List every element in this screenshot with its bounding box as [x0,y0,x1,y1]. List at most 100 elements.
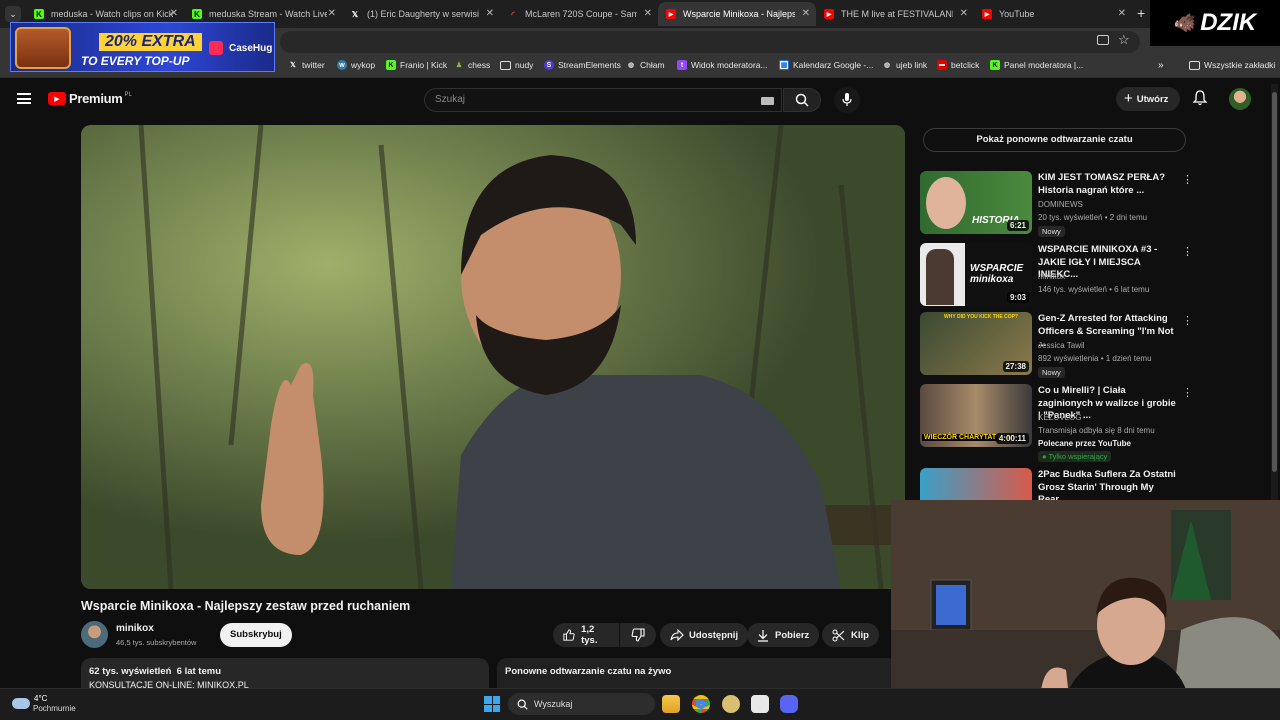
like-button[interactable]: 1,2 tys. [553,623,619,647]
video-thumbnail: WIECZÓR CHARYTATYWNY 4:00:11 [920,384,1032,447]
bookmark-ujeb-link[interactable]: ◍ ujeb link [882,60,927,70]
wykop-icon: w [337,60,347,70]
share-button[interactable]: Udostępnij [660,623,749,647]
bookmark-widok-moderatora[interactable]: t Widok moderatora... [677,60,768,70]
more-options-icon[interactable]: ⋮ [1182,245,1193,258]
webcam-frame [891,500,1280,720]
youtube-icon: ▶ [824,9,834,19]
tab-youtube[interactable]: ▶ YouTube ✕ [974,2,1132,26]
video-views-date: 62 tys. wyświetleń 6 lat temu [89,666,221,677]
x-icon: 𝕏 [351,9,359,19]
recommendation-item[interactable]: WSPARCIE minikoxa 9:03 WSPARCIE MINIKOXA… [920,243,1193,307]
notifications-bell-icon[interactable] [1192,90,1208,106]
recommendation-item[interactable]: WHY DID YOU KICK THE COP? 27:38 Gen-Z Ar… [920,312,1193,378]
video-duration: 6:21 [1006,220,1029,231]
file-explorer-icon[interactable] [662,695,680,713]
recommendation-title: KIM JEST TOMASZ PERŁA? Historia nagrań k… [1038,172,1166,196]
weather-temp: 4°C [34,694,48,703]
voice-search-button[interactable] [834,87,860,113]
bookmark-star-icon[interactable]: ☆ [1118,32,1130,48]
bookmarks-overflow-chevron-icon[interactable]: » [1158,60,1164,71]
bookmark-nudy[interactable]: nudy [500,60,533,70]
bookmark-panel-moderatora[interactable]: K Panel moderatora |... [990,60,1083,70]
close-icon[interactable]: ✕ [1118,8,1126,19]
more-options-icon[interactable]: ⋮ [1182,314,1193,327]
bookmark-twitter[interactable]: 𝕏twitter [288,60,325,70]
scrollbar-thumb[interactable] [1272,92,1277,472]
search-input[interactable]: Szukaj [424,88,782,112]
bookmark-kalendarz-google[interactable]: ▦ Kalendarz Google -... [779,60,873,70]
scissors-icon [832,629,845,641]
folder-icon [1189,60,1200,70]
channel-avatar[interactable] [81,621,108,648]
video-title: Wsparcie Minikoxa - Najlepszy zestaw prz… [81,599,411,613]
search-button[interactable] [783,88,821,112]
thumbs-down-icon [631,628,645,642]
close-icon[interactable]: ✕ [960,8,968,19]
clip-button[interactable]: Klip [822,623,879,647]
download-button[interactable]: Pobierz [747,623,820,647]
avatar[interactable] [1229,88,1251,110]
bookmark-franio-kick[interactable]: K Franio | Kick [386,60,447,70]
taskbar-search[interactable]: Wyszukaj [508,693,655,715]
recommendation-channel: minikox [1038,272,1066,281]
plus-icon: + [1124,90,1133,107]
tab-wsparcie-minikoxa[interactable]: ▶ Wsparcie Minikoxa - Najlepszy ✕ [658,2,816,26]
all-bookmarks[interactable]: Wszystkie zakładki [1189,60,1275,70]
new-tab-button[interactable]: + [1137,5,1145,21]
recommended-by-youtube: Polecane przez YouTube [1038,439,1131,448]
recommendation-channel: Jessica Tawil [1038,341,1085,350]
recommendation-item[interactable]: WIECZÓR CHARYTATYWNY 4:00:11 Co u Mirell… [920,384,1193,464]
recommendation-meta: 146 tys. wyświetleń • 6 lat temu [1038,285,1150,294]
casehug-ad-banner: 20% EXTRA TO EVERY TOP-UP CaseHug [10,22,275,72]
calendar-icon: ▦ [779,60,789,70]
bookmark-chess[interactable]: ♟ chess [454,60,490,70]
media-app-icon[interactable] [751,695,769,713]
start-button-windows-icon[interactable] [484,696,500,712]
close-icon[interactable]: ✕ [328,8,336,19]
betclick-icon: ▬ [937,60,947,70]
address-bar[interactable] [280,31,1140,53]
streamelements-icon: S [544,60,554,70]
video-player[interactable] [81,125,905,589]
hamburger-menu-icon[interactable] [17,93,31,104]
video-duration: 4:00:11 [995,433,1029,444]
bookmark-betclick[interactable]: ▬ betclick [937,60,979,70]
create-button[interactable]: + Utwórz [1116,87,1180,111]
live-chat-replay-label: Ponowne odtwarzanie czatu na żywo [505,666,672,677]
close-icon[interactable]: ✕ [486,8,494,19]
bookmark-streamelements[interactable]: S StreamElements [544,60,621,70]
close-icon[interactable]: ✕ [170,8,178,19]
tab-the-m-live[interactable]: ▶ THE M live at FESTIVALAND 2024 ✕ [816,2,974,26]
bookmark-chlam[interactable]: ◍ Chłam [626,60,665,70]
show-chat-replay-button[interactable]: Pokaż ponowne odtwarzanie czatu [923,128,1186,152]
recommendation-item[interactable]: HISTORIA 6:21 KIM JEST TOMASZ PERŁA? His… [920,171,1193,237]
kick-icon: K [34,9,44,19]
channel-name[interactable]: minikox [116,623,154,634]
bookmark-wykop[interactable]: w wykop [337,60,375,70]
keyboard-icon[interactable] [761,97,774,105]
youtube-logo[interactable]: ▶ Premium PL [48,91,132,106]
close-icon[interactable]: ✕ [644,8,652,19]
dislike-button[interactable] [620,623,656,647]
tab-eric-daugherty[interactable]: 𝕏 (1) Eric Daugherty w serwisie X: ✕ [342,2,500,26]
more-options-icon[interactable]: ⋮ [1182,173,1193,186]
chrome-icon[interactable] [692,695,710,713]
thumbnail-text: WHY DID YOU KICK THE COP? [944,314,1018,320]
video-thumbnail: WHY DID YOU KICK THE COP? 27:38 [920,312,1032,375]
game-app-icon[interactable] [722,695,740,713]
discord-icon[interactable] [780,695,798,713]
video-frame [81,125,905,589]
more-options-icon[interactable]: ⋮ [1182,386,1193,399]
subscriber-count: 46,5 tys. subskrybentów [116,638,197,647]
thumbnail-face [926,177,966,229]
install-app-icon[interactable] [1097,35,1109,45]
recommendation-item[interactable]: 2Pac Budka Suflera Za Ostatni Grosz Star… [920,468,1180,500]
tab-list-button[interactable]: ⌄ [5,6,21,22]
subscribe-button[interactable]: Subskrybuj [220,623,292,647]
youtube-icon: ▶ [982,9,992,19]
tab-mclaren[interactable]: ◜ McLaren 720S Coupe - Samochód ✕ [500,2,658,26]
close-icon[interactable]: ✕ [802,8,810,19]
recommendation-meta: 892 wyświetlenia • 1 dzień temu [1038,354,1152,363]
ad-extra-text: 20% EXTRA [99,33,202,51]
